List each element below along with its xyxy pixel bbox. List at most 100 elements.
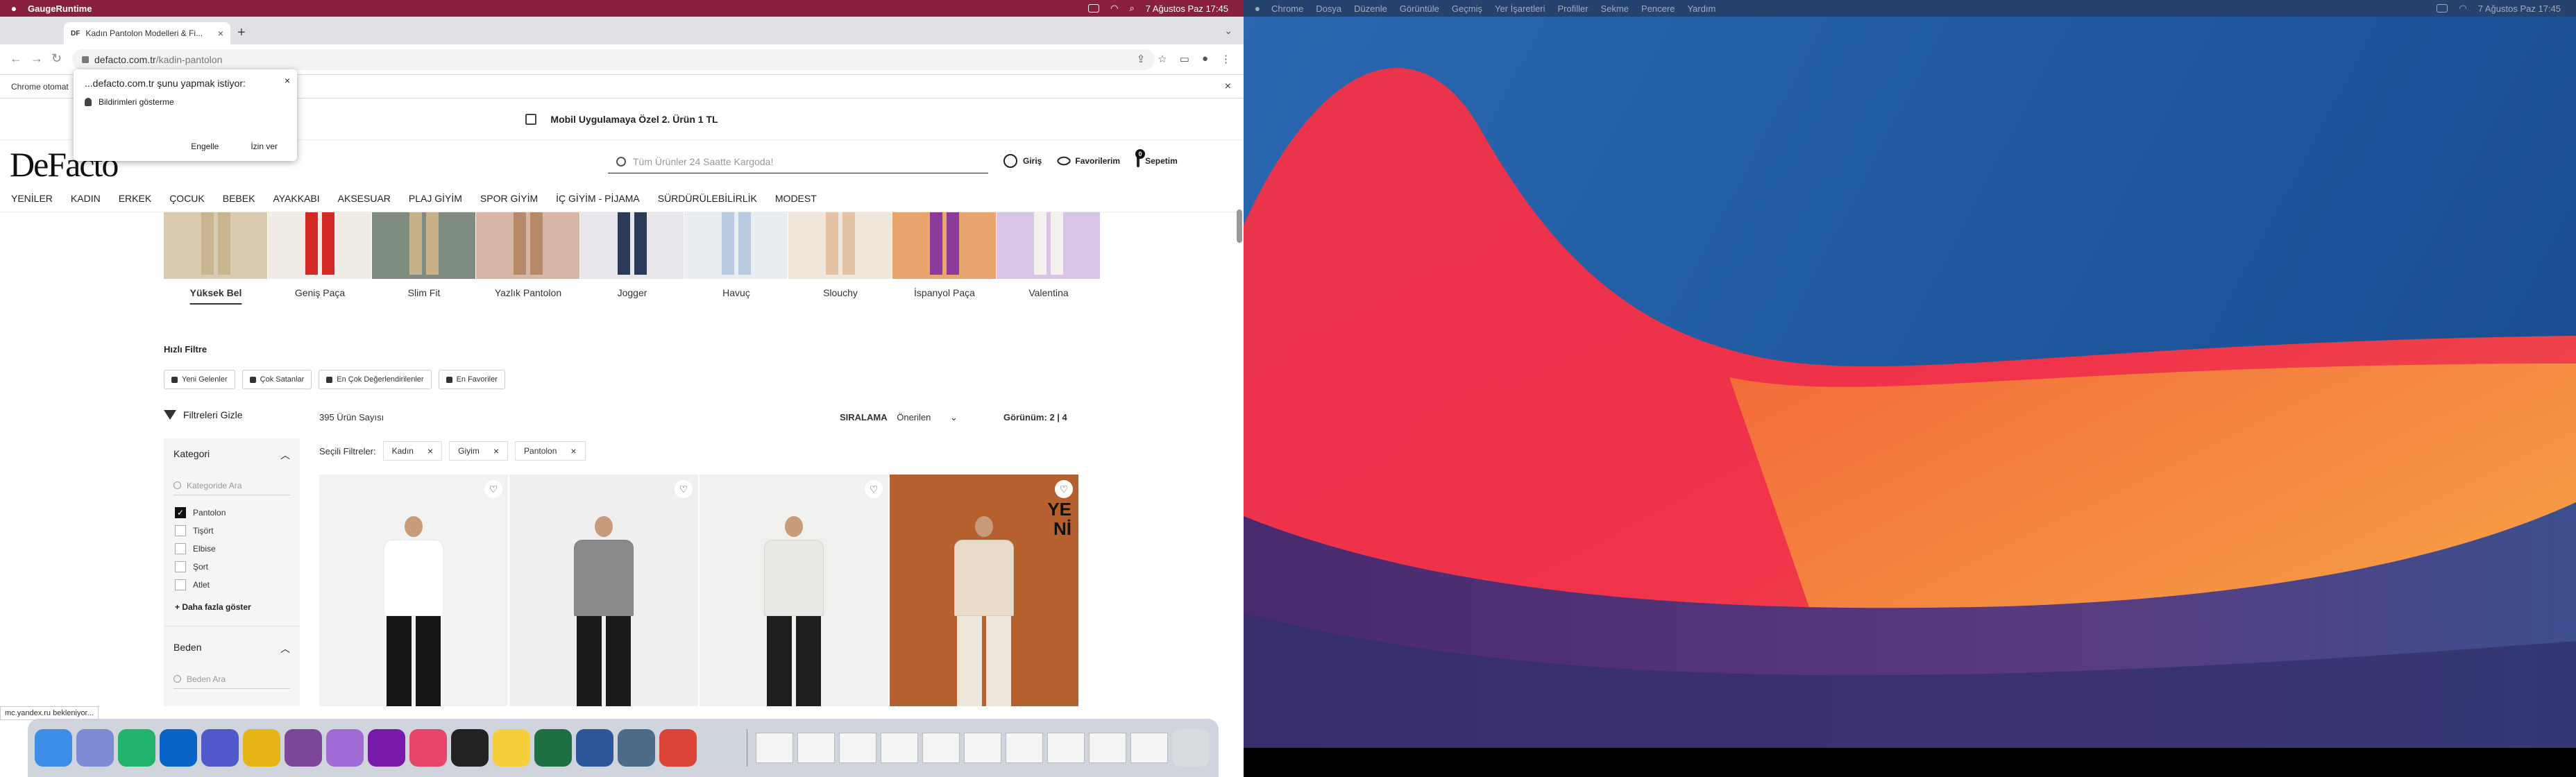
category-section-header[interactable]: Kategori ︿ [164,438,300,472]
chrome2-icon[interactable] [659,729,697,767]
checkbox-icon[interactable] [175,543,186,554]
category-checkbox[interactable]: ✓ Pantolon [164,504,300,522]
menu-dots-icon[interactable]: ⋮ [1221,53,1231,65]
heart-icon[interactable]: ♡ [865,480,883,498]
minimized-window[interactable] [964,733,1001,763]
heart-icon[interactable]: ♡ [484,480,502,498]
selected-filter-chip[interactable]: Kadın × [382,441,443,461]
close-icon[interactable]: × [285,75,290,86]
minimized-window[interactable] [756,733,793,763]
clock[interactable]: 7 Ağustos Paz 17:45 [1146,3,1228,14]
word-icon[interactable] [576,729,613,767]
category-checkbox[interactable]: Şort [164,558,300,576]
selected-filter-chip[interactable]: Giyim × [449,441,509,461]
menu-item[interactable]: Yer İşaretleri [1495,3,1545,14]
minimized-window[interactable] [1006,733,1043,763]
style-item[interactable]: Slim Fit [372,212,476,298]
style-item[interactable]: Jogger [580,212,684,298]
block-button[interactable]: Engelle [191,142,219,151]
remove-icon[interactable]: × [427,445,433,456]
sidepanel-icon[interactable]: ▭ [1180,53,1189,65]
minimized-window[interactable] [797,733,835,763]
style-item[interactable]: Yüksek Bel [164,212,268,298]
forward-icon[interactable]: → [31,51,43,66]
menu-item[interactable]: Geçmiş [1452,3,1482,14]
sort-select[interactable]: SIRALAMA Önerilen ⌄ [840,412,958,423]
checkbox-icon[interactable] [175,561,186,572]
product-card[interactable]: ♡ [509,475,698,706]
bookmark-star-icon[interactable]: ☆ [1158,53,1167,65]
menu-item[interactable]: Yardım [1687,3,1715,14]
tab-close-icon[interactable]: × [218,28,223,39]
intellij-icon[interactable] [409,729,447,767]
menu-item[interactable]: Görüntüle [1400,3,1439,14]
quick-filter-chip[interactable]: En Favoriler [438,370,505,389]
style-item[interactable]: Havuç [684,212,788,298]
pycharm-icon[interactable] [118,729,155,767]
quick-filter-chip[interactable]: Yeni Gelenler [164,370,235,389]
menu-item[interactable]: Profiller [1557,3,1588,14]
product-card[interactable]: ♡ [700,475,888,706]
info-bar-close-icon[interactable]: × [1225,80,1231,93]
share-icon[interactable]: ⇪ [1137,53,1146,65]
clock[interactable]: 7 Ağustos Paz 17:45 [2478,3,2561,14]
menu-item[interactable]: Düzenle [1354,3,1387,14]
battery-icon[interactable] [1088,4,1100,12]
minimized-window[interactable] [922,733,960,763]
wifi-icon[interactable]: ◠ [1110,3,1118,14]
nav-item[interactable]: İÇ GİYİM - PİJAMA [556,193,640,204]
nav-item[interactable]: ÇOCUK [169,193,205,204]
outlook-icon[interactable] [160,729,197,767]
nav-item[interactable]: AYAKKABI [273,193,319,204]
view-value[interactable]: 2 | 4 [1049,412,1067,422]
menu-item[interactable]: Pencere [1641,3,1675,14]
notes-icon[interactable] [493,729,530,767]
nav-item[interactable]: ERKEK [119,193,151,204]
minimized-window[interactable] [1047,733,1085,763]
chrome-icon[interactable] [243,729,280,767]
allow-button[interactable]: İzin ver [251,142,278,151]
style-item[interactable]: Valentina [997,212,1101,298]
apple-icon[interactable]: ● [1244,3,1271,14]
category-search-input[interactable]: Kategoride Ara [173,476,290,495]
nav-item[interactable]: SÜRDÜRÜLEBİLİRLİK [658,193,757,204]
finder-icon[interactable] [35,729,72,767]
preview-icon[interactable] [618,729,655,767]
product-card[interactable]: ♡ [319,475,508,706]
files-icon[interactable] [701,729,738,767]
nav-item[interactable]: AKSESUAR [338,193,391,204]
tab-active[interactable]: DF Kadın Pantolon Modelleri & Fi... × [64,22,230,44]
category-checkbox[interactable]: Tişört [164,522,300,540]
cart-link[interactable]: 0 Sepetim [1135,149,1178,167]
product-card[interactable]: ♡ YE Nİ [890,475,1078,706]
address-bar[interactable]: defacto.com.tr/kadin-pantolon [72,49,1155,70]
nav-item[interactable]: PLAJ GİYİM [409,193,462,204]
back-icon[interactable]: ← [10,51,22,66]
new-tab-button[interactable]: + [237,25,246,41]
selected-filter-chip[interactable]: Pantolon × [515,441,586,461]
checkbox-icon[interactable] [175,525,186,536]
nav-item[interactable]: SPOR GİYİM [480,193,538,204]
lock-icon[interactable] [82,56,89,63]
checkbox-icon[interactable] [175,579,186,590]
heart-icon[interactable]: ♡ [1055,480,1073,498]
excel-icon[interactable] [534,729,572,767]
minimized-window[interactable] [839,733,876,763]
minimized-window[interactable] [881,733,918,763]
category-checkbox[interactable]: Elbise [164,540,300,558]
heart-icon[interactable]: ♡ [675,480,693,498]
launchpad-icon[interactable] [76,729,114,767]
nav-item[interactable]: YENİLER [11,193,53,204]
app-name[interactable]: GaugeRuntime [28,3,92,14]
nav-item[interactable]: KADIN [71,193,101,204]
style-item[interactable]: Geniş Paça [268,212,372,298]
profile-icon[interactable]: ● [1202,53,1208,65]
wifi-icon[interactable]: ◠ [2459,3,2466,14]
menu-item[interactable]: Dosya [1316,3,1341,14]
show-more-link[interactable]: + Daha fazla göster [164,594,300,620]
teams-icon[interactable] [201,729,239,767]
menu-item[interactable]: Sekme [1601,3,1629,14]
color-icon[interactable] [326,729,364,767]
style-item[interactable]: Slouchy [788,212,892,298]
nav-item[interactable]: BEBEK [223,193,255,204]
